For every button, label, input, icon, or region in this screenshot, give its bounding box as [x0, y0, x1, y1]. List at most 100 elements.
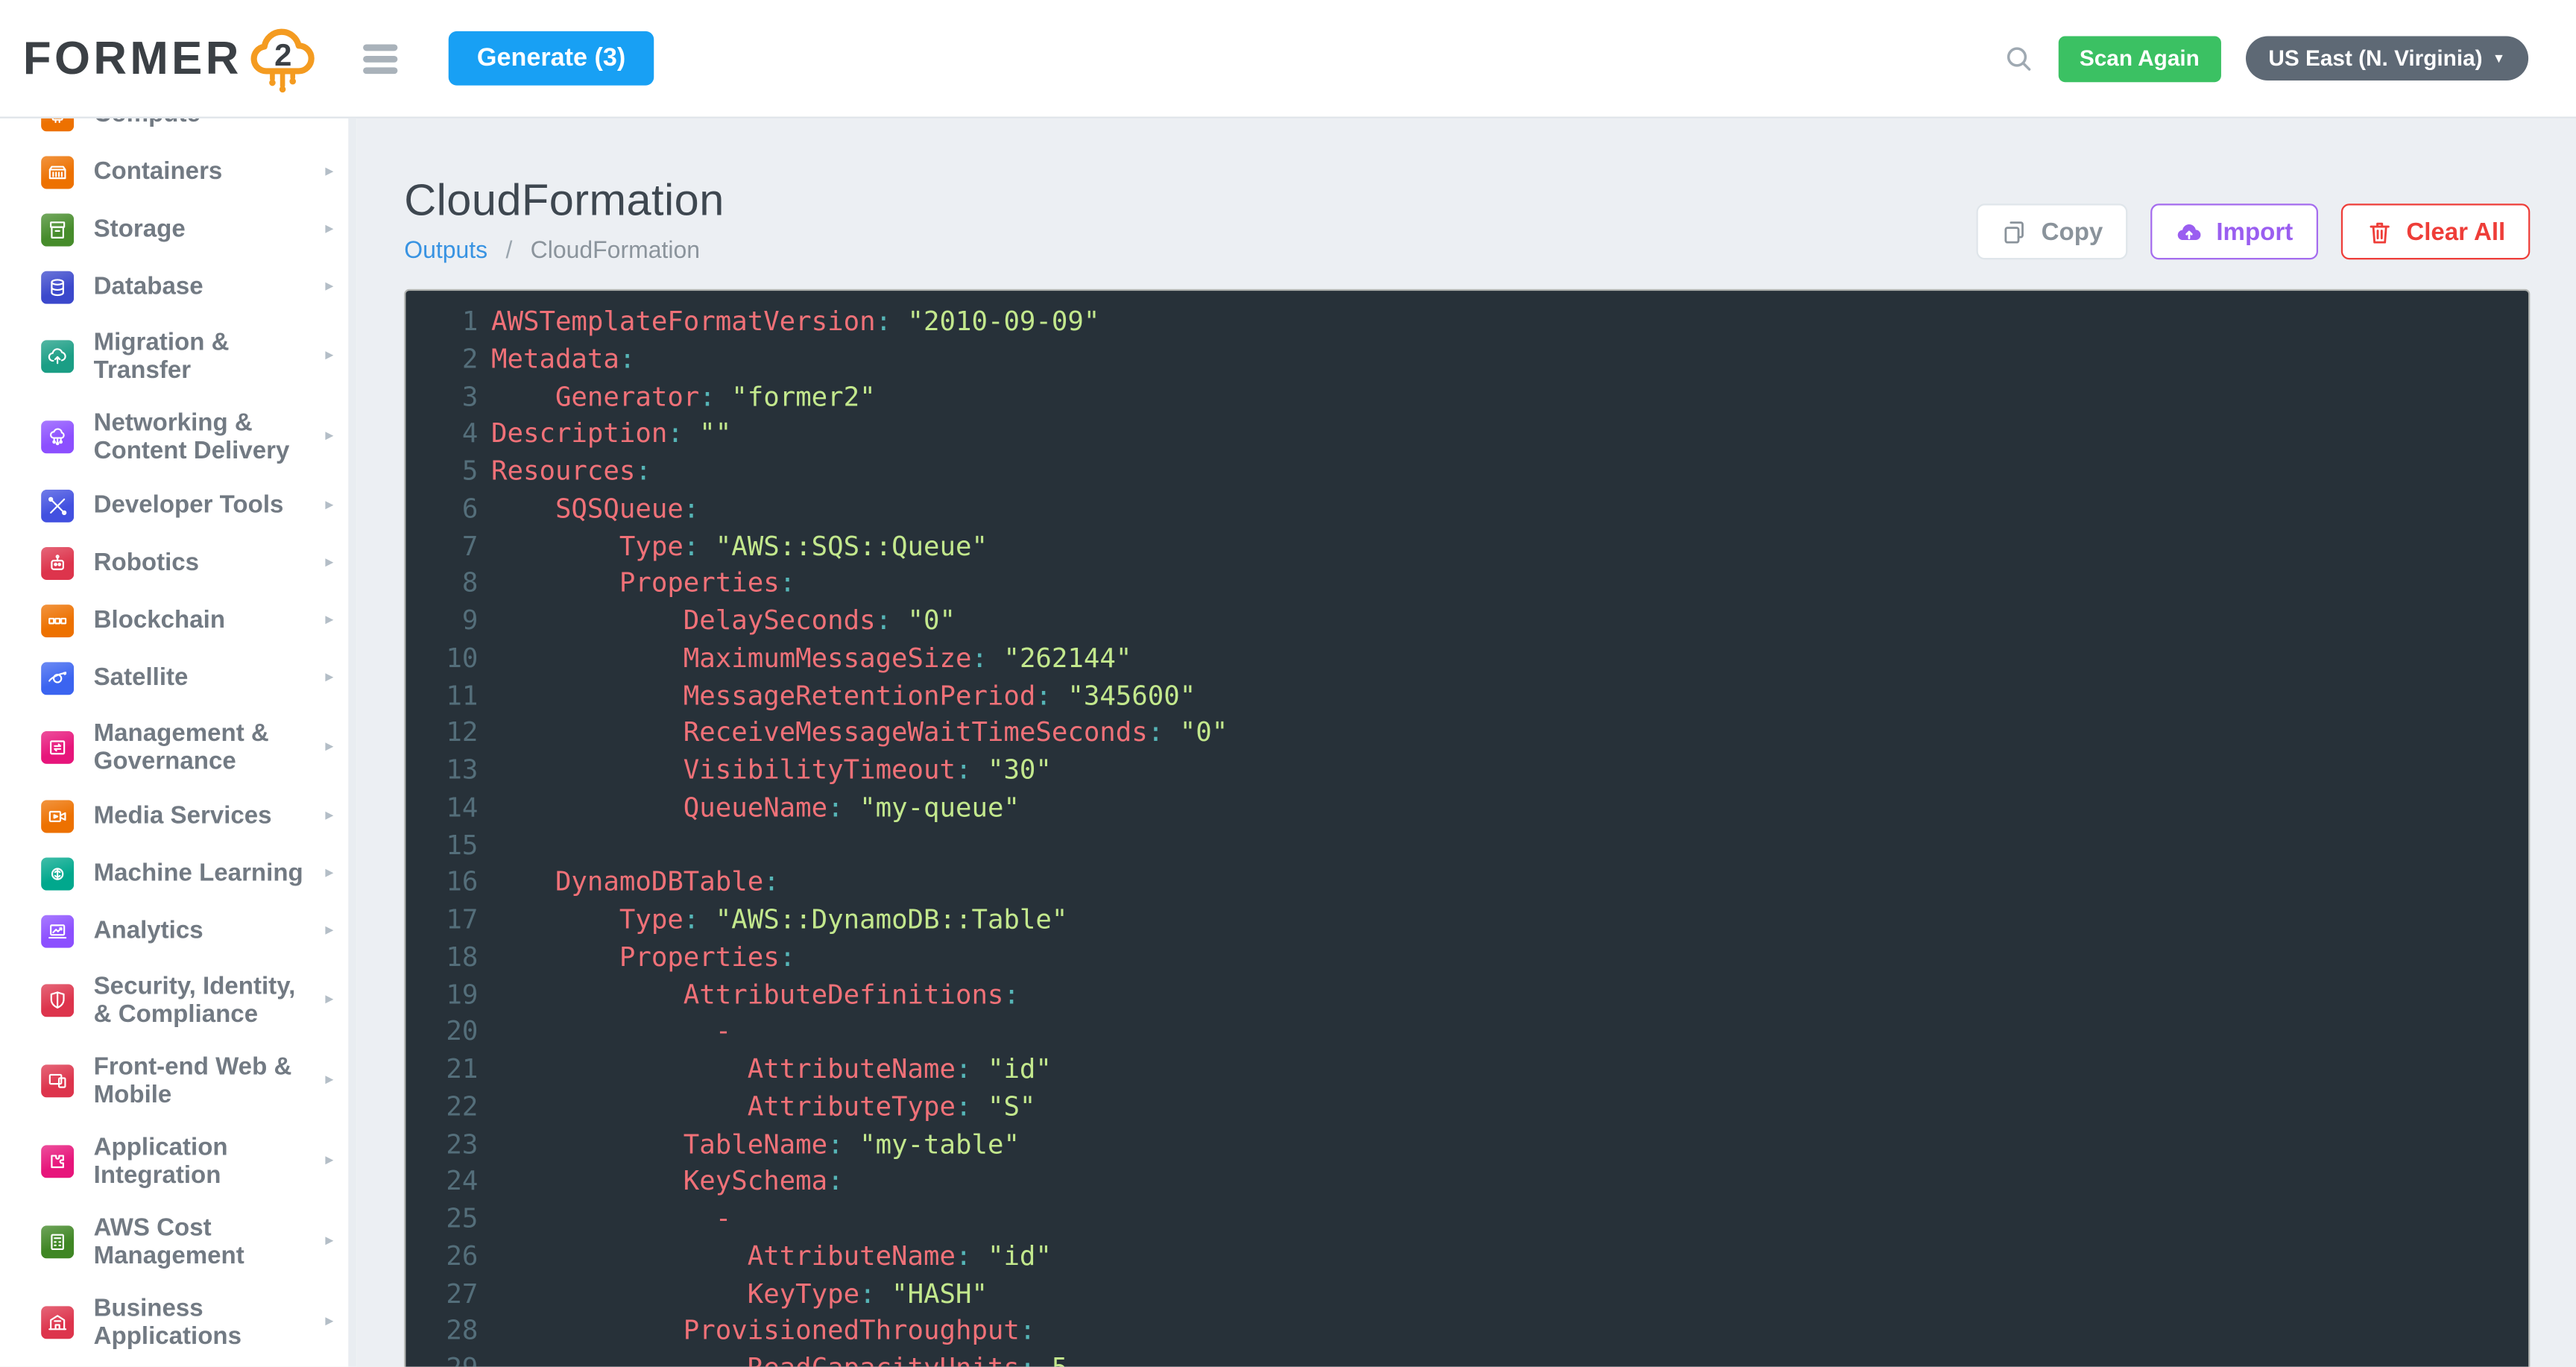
code-line: 18 Properties: — [405, 939, 2528, 976]
page-title: CloudFormation — [404, 174, 724, 227]
chevron-right-icon: ▸ — [325, 427, 336, 445]
code-line: 28 ProvisionedThroughput: — [405, 1313, 2528, 1351]
line-number: 9 — [405, 603, 478, 640]
chevron-right-icon: ▸ — [325, 554, 336, 572]
import-button[interactable]: Import — [2150, 203, 2317, 259]
code-line: 26 AttributeName: "id" — [405, 1238, 2528, 1275]
line-number: 1 — [405, 304, 478, 341]
sidebar-item-management-governance[interactable]: Management & Governance ▸ — [0, 707, 356, 787]
sidebar-item-database[interactable]: Database ▸ — [0, 258, 356, 315]
sidebar-item-compute[interactable]: Compute ▸ — [0, 119, 356, 143]
chevron-right-icon: ▸ — [325, 1232, 336, 1250]
sidebar: Compute ▸ Containers ▸ Storage ▸ Databas… — [0, 119, 356, 1367]
machine-learning-icon — [41, 856, 74, 889]
sidebar-item-front-end-web-mobile[interactable]: Front-end Web & Mobile ▸ — [0, 1040, 356, 1120]
app-logo[interactable]: FORMER 2 — [23, 7, 321, 110]
breadcrumb-link-outputs[interactable]: Outputs — [404, 239, 487, 265]
region-label: US East (N. Virginia) — [2268, 46, 2482, 71]
chevron-right-icon: ▸ — [325, 922, 336, 940]
storage-icon — [41, 212, 74, 245]
sidebar-item-containers[interactable]: Containers ▸ — [0, 143, 356, 201]
scan-again-button[interactable]: Scan Again — [2058, 35, 2220, 81]
code-line: 25 - — [405, 1201, 2528, 1238]
sidebar-scrollbar[interactable] — [348, 119, 356, 1367]
code-line: 21 AttributeName: "id" — [405, 1052, 2528, 1089]
frontend-web-mobile-icon — [41, 1064, 74, 1096]
chevron-right-icon: ▸ — [325, 611, 336, 629]
sidebar-item-label: Robotics — [94, 549, 304, 576]
code-line: 20 - — [405, 1014, 2528, 1051]
sidebar-item-security-identity-compliance[interactable]: Security, Identity, & Compliance ▸ — [0, 959, 356, 1040]
sidebar-item-label: Media Services — [94, 802, 304, 830]
breadcrumb-separator: / — [505, 239, 512, 265]
sidebar-item-storage[interactable]: Storage ▸ — [0, 201, 356, 258]
sidebar-item-label: Networking & Content Delivery — [94, 408, 304, 464]
sidebar-item-blockchain[interactable]: Blockchain ▸ — [0, 591, 356, 648]
line-number: 3 — [405, 379, 478, 416]
sidebar-item-satellite[interactable]: Satellite ▸ — [0, 649, 356, 707]
sidebar-item-robotics[interactable]: Robotics ▸ — [0, 534, 356, 591]
sidebar-item-business-applications[interactable]: Business Applications ▸ — [0, 1281, 356, 1362]
breadcrumb: Outputs / CloudFormation — [404, 239, 724, 266]
cost-management-icon — [41, 1225, 74, 1257]
security-icon — [41, 983, 74, 1016]
sidebar-item-networking-content-delivery[interactable]: Networking & Content Delivery ▸ — [0, 396, 356, 476]
chevron-right-icon: ▸ — [325, 806, 336, 824]
breadcrumb-current: CloudFormation — [531, 239, 700, 265]
code-line: 11 MessageRetentionPeriod: "345600" — [405, 678, 2528, 715]
clear-all-button[interactable]: Clear All — [2340, 203, 2530, 259]
line-number: 12 — [405, 715, 478, 752]
chevron-right-icon: ▸ — [325, 669, 336, 686]
page-header: CloudFormation Outputs / CloudFormation … — [404, 161, 2530, 266]
line-number: 25 — [405, 1201, 478, 1238]
line-number: 18 — [405, 939, 478, 976]
region-selector[interactable]: US East (N. Virginia) ▼ — [2246, 36, 2529, 80]
menu-icon[interactable] — [357, 37, 405, 80]
sidebar-item-machine-learning[interactable]: Machine Learning ▸ — [0, 844, 356, 902]
networking-icon — [41, 420, 74, 452]
sidebar-item-end-user-computing[interactable]: End User Computing ▸ — [0, 1362, 356, 1367]
line-number: 19 — [405, 976, 478, 1014]
sidebar-item-aws-cost-management[interactable]: AWS Cost Management ▸ — [0, 1201, 356, 1281]
line-number: 15 — [405, 827, 478, 865]
sidebar-item-label: Storage — [94, 215, 304, 243]
code-line: 17 Type: "AWS::DynamoDB::Table" — [405, 902, 2528, 939]
line-number: 5 — [405, 453, 478, 490]
sidebar-item-label: Security, Identity, & Compliance — [94, 972, 304, 1028]
copy-button[interactable]: Copy — [1975, 203, 2127, 259]
cloud-upload-icon — [2175, 218, 2203, 245]
code-editor[interactable]: 1 AWSTemplateFormatVersion: "2010-09-09"… — [404, 289, 2530, 1367]
code-line: 15 — [405, 827, 2528, 865]
chevron-right-icon: ▸ — [325, 277, 336, 295]
generate-button[interactable]: Generate (3) — [449, 31, 653, 86]
search-icon[interactable] — [2002, 42, 2033, 74]
chevron-right-icon: ▸ — [325, 119, 336, 124]
line-number: 21 — [405, 1052, 478, 1089]
sidebar-item-developer-tools[interactable]: Developer Tools ▸ — [0, 476, 356, 534]
sidebar-item-migration-transfer[interactable]: Migration & Transfer ▸ — [0, 315, 356, 396]
sidebar-item-label: Satellite — [94, 663, 304, 691]
chevron-right-icon: ▸ — [325, 496, 336, 514]
chevron-right-icon: ▸ — [325, 1313, 336, 1330]
line-number: 27 — [405, 1275, 478, 1313]
media-services-icon — [41, 799, 74, 832]
sidebar-item-application-integration[interactable]: Application Integration ▸ — [0, 1120, 356, 1201]
code-line: 1 AWSTemplateFormatVersion: "2010-09-09" — [405, 304, 2528, 341]
copy-icon — [2001, 218, 2028, 245]
app: FORMER 2 Generate (3) Scan Again — [0, 0, 2576, 1367]
code-line: 7 Type: "AWS::SQS::Queue" — [405, 528, 2528, 566]
line-number: 6 — [405, 490, 478, 528]
line-number: 28 — [405, 1313, 478, 1351]
sidebar-item-analytics[interactable]: Analytics ▸ — [0, 902, 356, 959]
management-governance-icon — [41, 730, 74, 763]
app-header: FORMER 2 Generate (3) Scan Again — [0, 0, 2576, 119]
sidebar-item-label: Migration & Transfer — [94, 328, 304, 384]
code-line: 23 TableName: "my-table" — [405, 1126, 2528, 1164]
logo-cloud-icon: 2 — [245, 24, 321, 110]
code-line: 2 Metadata: — [405, 341, 2528, 379]
chevron-right-icon: ▸ — [325, 162, 336, 180]
logo-number: 2 — [245, 35, 321, 78]
sidebar-nav: Compute ▸ Containers ▸ Storage ▸ Databas… — [0, 119, 356, 1367]
logo-text: FORMER — [23, 32, 242, 85]
sidebar-item-media-services[interactable]: Media Services ▸ — [0, 787, 356, 844]
